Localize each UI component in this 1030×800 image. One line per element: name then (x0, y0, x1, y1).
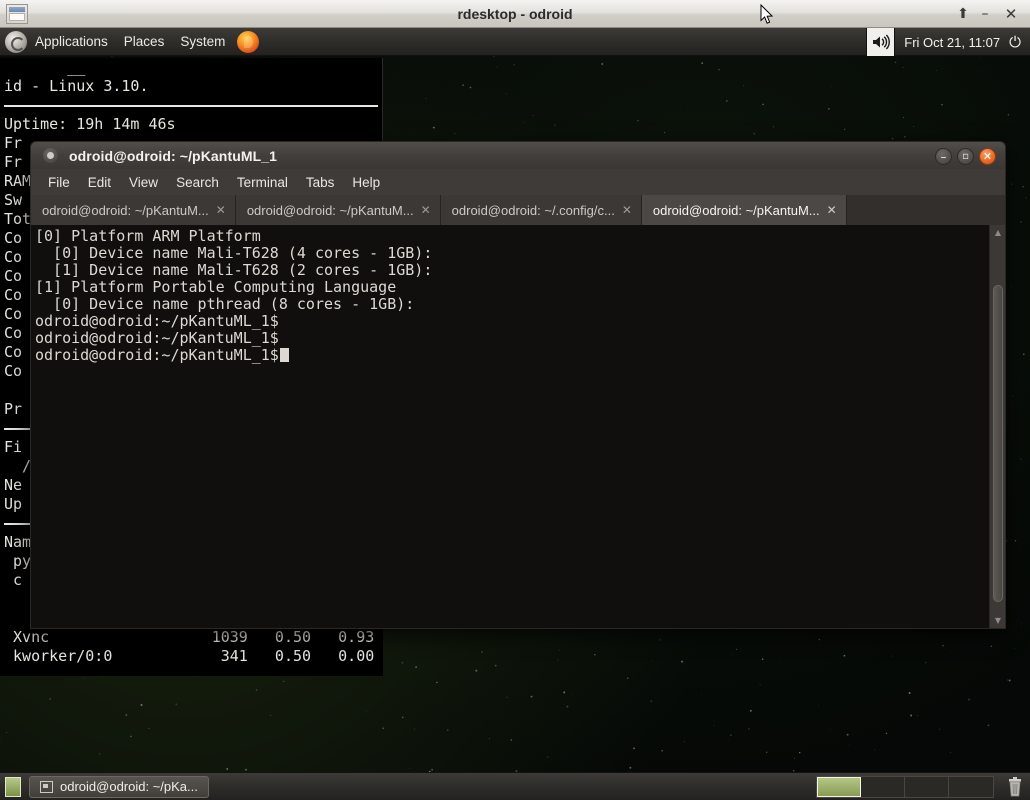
workspace-3[interactable] (905, 777, 949, 797)
background-terminal-line: Xvnc 1039 0.50 0.93 (4, 628, 375, 646)
rdesktop-window: rdesktop - odroid ⬆ – ✕ __ id - Linux 3.1… (0, 0, 1030, 800)
scrollbar-thumb[interactable] (993, 285, 1003, 602)
tab-close-icon[interactable]: ✕ (216, 204, 226, 216)
background-terminal-tail[interactable]: Xvnc 1039 0.50 0.93 kworker/0:0 341 0.50… (0, 628, 383, 676)
terminal-output-line: odroid@odroid:~/pKantuML_1$ (35, 312, 279, 330)
taskbar-window-label: odroid@odroid: ~/pKa... (60, 779, 198, 794)
terminal-tabbar: odroid@odroid: ~/pKantuM... ✕ odroid@odroi… (30, 195, 1006, 225)
menu-file[interactable]: File (39, 172, 79, 193)
tab-close-icon[interactable]: ✕ (622, 204, 632, 216)
restore-button[interactable]: ⬆ (952, 5, 974, 23)
terminal-cursor (279, 348, 289, 362)
background-terminal-line: kworker/0:0 341 0.50 0.00 (4, 647, 375, 665)
terminal-status-icon (43, 148, 58, 163)
terminal-window-buttons: – ▫ ✕ (935, 148, 996, 165)
rdesktop-title-text: rdesktop - odroid (457, 6, 573, 22)
terminal-output-line: [1] Device name Mali-T628 (2 cores - 1GB… (35, 261, 433, 279)
terminal-title-text: odroid@odroid: ~/pKantuML_1 (69, 147, 278, 164)
terminal-tab-label: odroid@odroid: ~/.config/c... (451, 202, 615, 218)
terminal-tab-2[interactable]: odroid@odroid: ~/pKantuM... ✕ (235, 195, 441, 225)
gnome-bottom-panel: odroid@odroid: ~/pKa... (0, 772, 1030, 800)
terminal-prompt-line: odroid@odroid:~/pKantuML_1$ (35, 347, 989, 364)
terminal-tab-label: odroid@odroid: ~/pKantuM... (42, 202, 209, 218)
terminal-tab-1[interactable]: odroid@odroid: ~/pKantuM... ✕ (31, 195, 236, 225)
trash-icon[interactable] (1004, 776, 1026, 798)
terminal-output[interactable]: [0] Platform ARM Platform [0] Device nam… (31, 225, 989, 628)
volume-glyph (873, 34, 891, 50)
workspace-switcher[interactable] (816, 776, 994, 798)
firefox-icon[interactable] (237, 30, 260, 53)
terminal-body[interactable]: [0] Platform ARM Platform [0] Device nam… (30, 225, 1006, 629)
minimize-button[interactable]: – (974, 5, 996, 23)
background-terminal-line: Uptime: 19h 14m 46s (4, 115, 176, 133)
show-desktop-icon[interactable] (5, 776, 21, 797)
terminal-menubar: File Edit View Search Terminal Tabs Help (30, 169, 1006, 195)
minimize-button[interactable]: – (935, 148, 952, 165)
scroll-down-arrow[interactable]: ▼ (990, 614, 1006, 627)
terminal-output-line: [0] Device name Mali-T628 (4 cores - 1GB… (35, 244, 433, 262)
clock[interactable]: Fri Oct 21, 11:07 (895, 35, 1009, 50)
background-terminal-line: id - Linux 3.10. (4, 77, 149, 95)
panel-status-area: Fri Oct 21, 11:07 ⏻ (866, 28, 1030, 56)
minimize-glyph: – (940, 149, 947, 164)
workspace-2[interactable] (861, 777, 905, 797)
maximize-glyph: ▫ (962, 150, 969, 162)
menu-help[interactable]: Help (343, 172, 389, 193)
terminal-icon (40, 780, 53, 793)
menu-view[interactable]: View (120, 172, 167, 193)
menu-tabs[interactable]: Tabs (297, 172, 344, 193)
menu-edit[interactable]: Edit (79, 172, 120, 193)
terminal-tab-label: odroid@odroid: ~/pKantuM... (246, 202, 414, 218)
terminal-window: odroid@odroid: ~/pKantuML_1 – ▫ ✕ File Ed… (30, 141, 1006, 629)
tab-close-icon[interactable]: ✕ (421, 204, 431, 216)
terminal-output-line: [1] Platform Portable Computing Language (35, 278, 397, 296)
gnome-foot-icon[interactable] (5, 30, 27, 53)
tab-close-icon[interactable]: ✕ (827, 204, 837, 216)
terminal-output-line: [0] Platform ARM Platform (35, 227, 261, 245)
workspace-4[interactable] (949, 777, 993, 797)
terminal-titlebar[interactable]: odroid@odroid: ~/pKantuML_1 – ▫ ✕ (30, 141, 1006, 169)
menu-search[interactable]: Search (167, 172, 228, 193)
maximize-button[interactable]: ▫ (957, 148, 974, 165)
taskbar-window-button[interactable]: odroid@odroid: ~/pKa... (29, 775, 209, 798)
terminal-tab-4[interactable]: odroid@odroid: ~/pKantuM... ✕ (641, 195, 847, 225)
close-button[interactable]: ✕ (979, 148, 996, 165)
background-terminal-line: __ (4, 58, 86, 76)
terminal-tab-3[interactable]: odroid@odroid: ~/.config/c... ✕ (440, 195, 642, 225)
volume-icon[interactable] (866, 28, 896, 56)
close-button[interactable]: ✕ (1000, 5, 1022, 23)
terminal-scrollbar[interactable]: ▲ ▼ (989, 225, 1005, 628)
gnome-top-panel: Applications Places System Fri Oct 21, 1… (0, 28, 1030, 56)
menu-terminal[interactable]: Terminal (228, 172, 297, 193)
menu-applications[interactable]: Applications (28, 30, 115, 53)
close-glyph: ✕ (982, 150, 993, 163)
terminal-tab-label: odroid@odroid: ~/pKantuM... (652, 202, 820, 218)
scroll-up-arrow[interactable]: ▲ (990, 226, 1006, 239)
power-icon[interactable]: ⏻ (1009, 34, 1030, 51)
terminal-separator (0, 96, 382, 115)
terminal-output-line: odroid@odroid:~/pKantuML_1$ (35, 329, 279, 347)
remote-desktop-canvas[interactable]: __ id - Linux 3.10. Uptime: 19h 14m 46s Fr F… (0, 28, 1030, 800)
rdesktop-titlebar[interactable]: rdesktop - odroid ⬆ – ✕ (0, 0, 1030, 28)
menu-system[interactable]: System (173, 30, 232, 53)
workspace-1[interactable] (817, 777, 861, 797)
trash-glyph (1009, 777, 1021, 797)
menu-places[interactable]: Places (117, 30, 172, 53)
terminal-output-line: [0] Device name pthread (8 cores - 1GB): (35, 295, 415, 313)
